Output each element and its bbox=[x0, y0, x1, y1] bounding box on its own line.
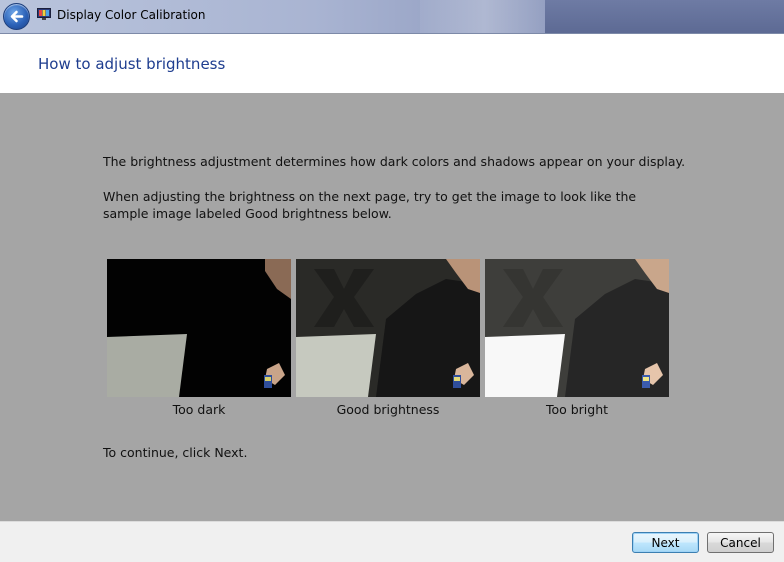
continue-text: To continue, click Next. bbox=[103, 445, 248, 460]
calibration-window: Display Color Calibration How to adjust … bbox=[0, 0, 784, 562]
footer-bar: Next Cancel bbox=[0, 521, 784, 562]
title-bar-glow bbox=[420, 0, 550, 33]
page-header: How to adjust brightness bbox=[0, 34, 784, 93]
cancel-button[interactable]: Cancel bbox=[707, 532, 774, 553]
intro-text: The brightness adjustment determines how… bbox=[103, 154, 686, 169]
back-button[interactable] bbox=[3, 3, 30, 30]
sample-image-good-brightness bbox=[296, 259, 480, 397]
next-button[interactable]: Next bbox=[632, 532, 699, 553]
window-title: Display Color Calibration bbox=[57, 8, 206, 22]
back-arrow-icon bbox=[10, 10, 24, 23]
sample-images: Too dark Good brightness Too bright bbox=[107, 259, 669, 417]
title-bar-aero-glass bbox=[545, 0, 784, 33]
display-calibration-icon bbox=[37, 8, 51, 20]
sample-caption-too-dark: Too dark bbox=[172, 402, 226, 417]
main-content: The brightness adjustment determines how… bbox=[0, 93, 784, 521]
sample-caption-too-bright: Too bright bbox=[545, 402, 609, 417]
sample-image-too-dark bbox=[107, 259, 291, 397]
title-bar: Display Color Calibration bbox=[0, 0, 784, 34]
sample-caption-good-brightness: Good brightness bbox=[336, 402, 440, 417]
instruction-text: When adjusting the brightness on the nex… bbox=[103, 189, 637, 221]
sample-image-too-bright bbox=[485, 259, 669, 397]
page-title: How to adjust brightness bbox=[38, 55, 226, 73]
